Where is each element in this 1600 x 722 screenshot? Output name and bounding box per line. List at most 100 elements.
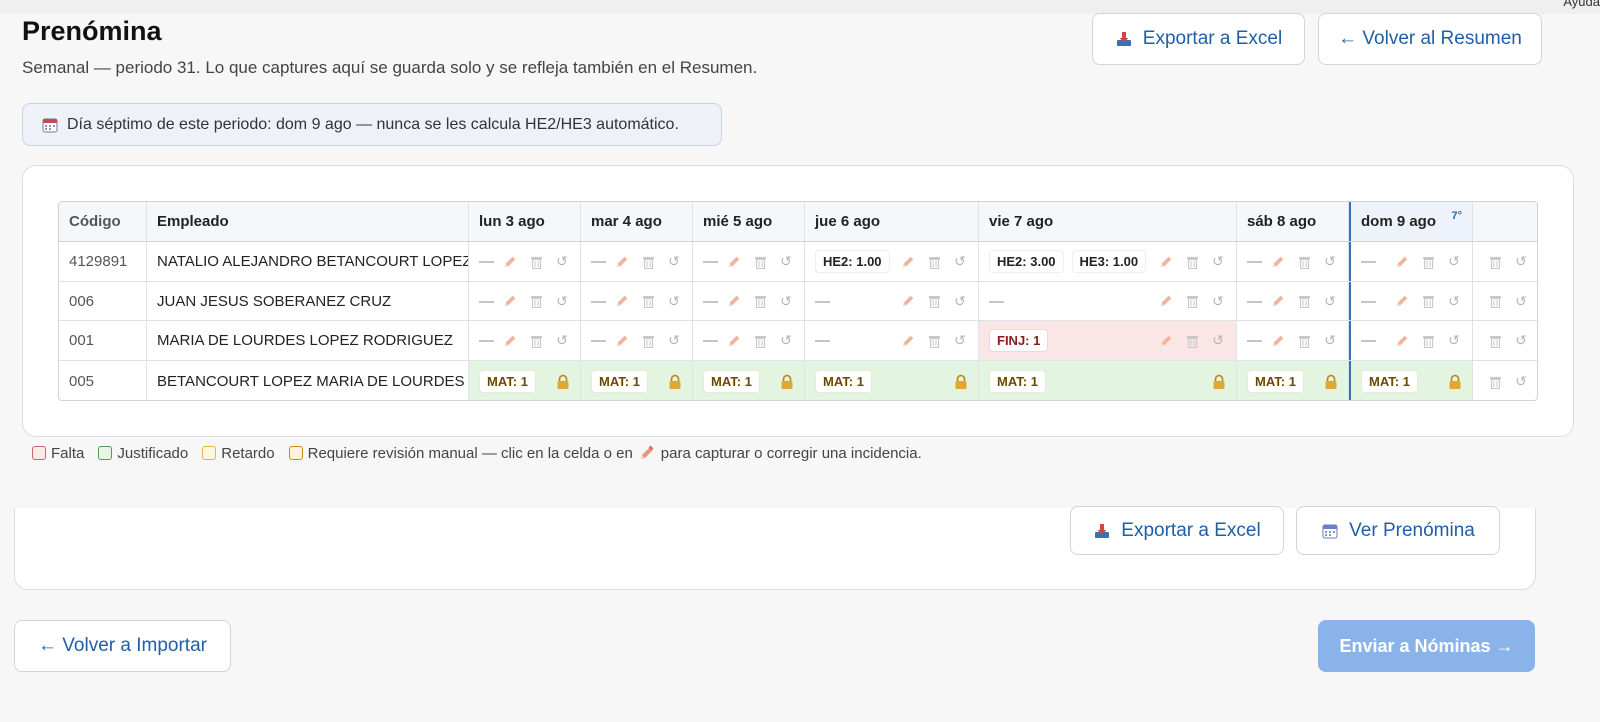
trash-icon[interactable] [926,254,942,270]
undo-icon[interactable]: ↺ [1513,293,1529,309]
trash-icon[interactable] [1296,333,1312,349]
undo-icon[interactable]: ↺ [666,332,682,349]
day-cell[interactable]: — ↺ [979,282,1237,320]
trash-icon[interactable] [1420,333,1436,349]
pencil-icon[interactable] [502,254,518,270]
pencil-icon[interactable] [900,333,916,349]
undo-icon[interactable]: ↺ [1513,332,1529,349]
day-cell[interactable]: — ↺ [693,242,805,281]
trash-icon[interactable] [1487,333,1503,349]
undo-icon[interactable]: ↺ [1210,332,1226,349]
trash-icon[interactable] [1487,254,1503,270]
undo-icon[interactable]: ↺ [778,293,794,309]
back-to-summary-button[interactable]: ← Volver al Resumen [1318,13,1542,65]
trash-icon[interactable] [1184,293,1200,309]
day-cell[interactable]: — ↺ [581,242,693,281]
pencil-icon[interactable] [1270,293,1286,309]
trash-icon[interactable] [1296,254,1312,270]
undo-icon[interactable]: ↺ [554,293,570,309]
pencil-icon[interactable] [1394,333,1410,349]
undo-icon[interactable]: ↺ [952,293,968,309]
day-cell[interactable]: — ↺ [693,321,805,360]
day-cell[interactable]: — ↺ [805,282,979,320]
trash-icon[interactable] [1296,293,1312,309]
pencil-icon[interactable] [614,254,630,270]
export-excel-button-lower[interactable]: Exportar a Excel [1070,506,1284,555]
view-prenomina-button[interactable]: Ver Prenómina [1296,506,1500,555]
pencil-icon[interactable] [1158,254,1174,270]
day-cell[interactable]: — ↺ [1349,242,1473,281]
day-cell[interactable]: — ↺ [805,321,979,360]
undo-icon[interactable]: ↺ [1446,332,1462,349]
trash-icon[interactable] [640,254,656,270]
undo-icon[interactable]: ↺ [554,253,570,270]
day-cell-justificado: MAT: 1 [693,361,805,400]
undo-icon[interactable]: ↺ [1513,253,1529,270]
trash-icon[interactable] [1184,254,1200,270]
undo-icon[interactable]: ↺ [1322,293,1338,309]
pencil-icon[interactable] [726,333,742,349]
trash-icon[interactable] [640,333,656,349]
pencil-icon[interactable] [1158,333,1174,349]
pencil-icon[interactable] [1394,254,1410,270]
undo-icon[interactable]: ↺ [666,293,682,309]
day-cell[interactable]: — ↺ [1237,242,1349,281]
trash-icon[interactable] [752,293,768,309]
day-cell[interactable]: — ↺ [469,242,581,281]
trash-icon[interactable] [1184,333,1200,349]
undo-icon[interactable]: ↺ [1322,253,1338,270]
trash-icon[interactable] [1487,374,1503,390]
export-excel-button[interactable]: Exportar a Excel [1092,13,1305,65]
pencil-icon[interactable] [502,333,518,349]
day-cell[interactable]: — ↺ [1349,282,1473,320]
trash-icon[interactable] [640,293,656,309]
day-cell[interactable]: — ↺ [1237,321,1349,360]
pencil-icon[interactable] [900,254,916,270]
pencil-icon[interactable] [726,293,742,309]
day-cell[interactable]: HE2: 3.00 HE3: 1.00 ↺ [979,242,1237,281]
undo-icon[interactable]: ↺ [666,253,682,270]
undo-icon[interactable]: ↺ [952,332,968,349]
pencil-icon[interactable] [726,254,742,270]
day-cell[interactable]: — ↺ [1237,282,1349,320]
pencil-icon[interactable] [614,293,630,309]
day-cell[interactable]: — ↺ [693,282,805,320]
trash-icon[interactable] [752,254,768,270]
pencil-icon[interactable] [1270,333,1286,349]
undo-icon[interactable]: ↺ [1446,293,1462,309]
trash-icon[interactable] [1420,293,1436,309]
day-cell[interactable]: — ↺ [1349,321,1473,360]
pencil-icon[interactable] [1158,293,1174,309]
trash-icon[interactable] [528,333,544,349]
undo-icon[interactable]: ↺ [554,332,570,349]
trash-icon[interactable] [1420,254,1436,270]
back-to-import-button[interactable]: ← Volver a Importar [14,620,231,672]
help-link[interactable]: Ayuda [1563,0,1600,9]
undo-icon[interactable]: ↺ [1513,373,1529,390]
undo-icon[interactable]: ↺ [778,253,794,270]
send-to-payroll-button[interactable]: Enviar a Nóminas → [1318,620,1535,672]
undo-icon[interactable]: ↺ [1210,293,1226,309]
undo-icon[interactable]: ↺ [952,253,968,270]
day-cell[interactable]: — ↺ [581,282,693,320]
pencil-icon[interactable] [900,293,916,309]
pencil-icon[interactable] [1270,254,1286,270]
undo-icon[interactable]: ↺ [1446,253,1462,270]
day-cell-falta[interactable]: FINJ: 1 ↺ [979,321,1237,360]
trash-icon[interactable] [528,293,544,309]
pencil-icon[interactable] [502,293,518,309]
undo-icon[interactable]: ↺ [778,332,794,349]
pencil-icon[interactable] [614,333,630,349]
day-cell[interactable]: — ↺ [469,282,581,320]
undo-icon[interactable]: ↺ [1210,253,1226,270]
trash-icon[interactable] [1487,293,1503,309]
day-cell[interactable]: — ↺ [581,321,693,360]
day-cell[interactable]: — ↺ [469,321,581,360]
pencil-icon[interactable] [1394,293,1410,309]
trash-icon[interactable] [752,333,768,349]
undo-icon[interactable]: ↺ [1322,332,1338,349]
trash-icon[interactable] [926,293,942,309]
trash-icon[interactable] [926,333,942,349]
trash-icon[interactable] [528,254,544,270]
day-cell[interactable]: HE2: 1.00 ↺ [805,242,979,281]
